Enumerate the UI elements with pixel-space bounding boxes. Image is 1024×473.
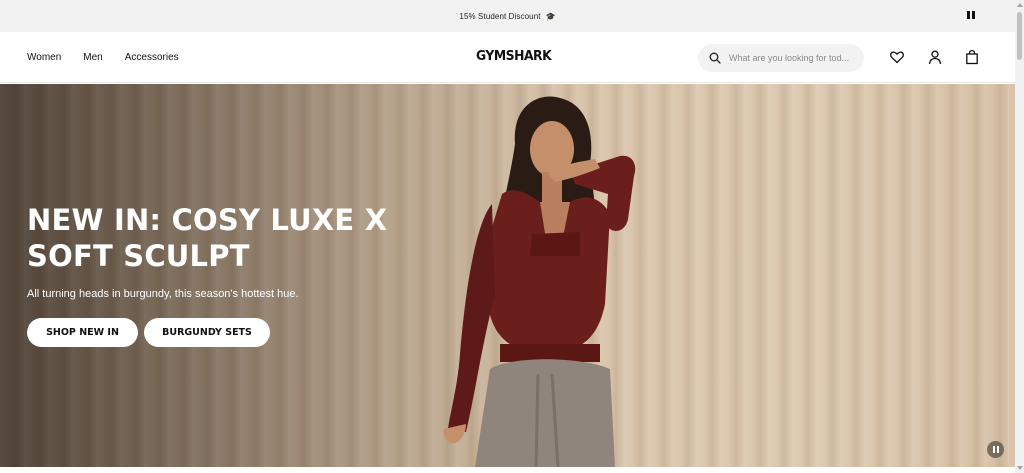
scrollbar-thumb[interactable] — [1017, 12, 1022, 60]
announcement-bar: 15% Student Discount 🎓 — [0, 0, 1015, 32]
shopping-bag-icon[interactable] — [964, 49, 980, 65]
burgundy-sets-button[interactable]: BURGUNDY SETS — [144, 318, 270, 347]
nav-link-accessories[interactable]: Accessories — [125, 52, 179, 63]
announcement-text[interactable]: 15% Student Discount — [459, 12, 540, 21]
shop-new-in-button[interactable]: SHOP NEW IN — [27, 318, 138, 347]
account-user-icon[interactable] — [927, 49, 943, 65]
scroll-down-arrow-icon[interactable] — [1017, 466, 1023, 470]
hero-subtext: All turning heads in burgundy, this seas… — [27, 288, 299, 300]
nav-link-men[interactable]: Men — [83, 52, 102, 63]
announcement-pause-icon[interactable] — [967, 11, 977, 21]
wishlist-heart-icon[interactable] — [889, 49, 905, 65]
search-bar[interactable] — [698, 44, 864, 72]
nav-links: Women Men Accessories — [27, 32, 179, 83]
hero-headline: NEW IN: COSY LUXE X SOFT SCULPT — [27, 203, 388, 273]
scroll-up-arrow-icon[interactable] — [1017, 3, 1023, 7]
search-icon — [709, 52, 721, 64]
nav-link-women[interactable]: Women — [27, 52, 61, 63]
page-scrollbar[interactable] — [1015, 0, 1024, 473]
search-input[interactable] — [729, 53, 857, 63]
hero-banner[interactable]: NEW IN: COSY LUXE X SOFT SCULPT All turn… — [0, 84, 1015, 467]
graduation-cap-icon: 🎓 — [545, 11, 556, 21]
model-image — [443, 96, 636, 467]
main-navigation: Women Men Accessories GYMSHARK — [0, 32, 1015, 83]
carousel-pause-icon[interactable] — [987, 441, 1004, 458]
brand-logo[interactable]: GYMSHARK — [476, 49, 552, 64]
